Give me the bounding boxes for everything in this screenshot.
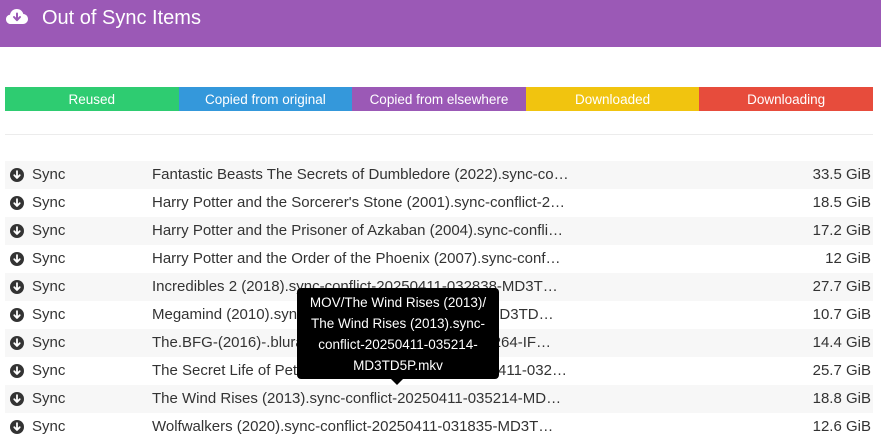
status-legend: Reused Copied from original Copied from …	[5, 87, 873, 111]
legend-reused: Reused	[5, 87, 179, 111]
row-action: Sync	[32, 222, 66, 239]
row-filename[interactable]: Wolfwalkers (2020).sync-conflict-2025041…	[152, 413, 582, 441]
table-row[interactable]: Sync Wolfwalkers (2020).sync-conflict-202…	[5, 413, 873, 441]
row-size: 17.2 GiB	[812, 222, 871, 239]
circle-arrow-down-icon	[10, 336, 24, 350]
panel-title: Out of Sync Items	[42, 7, 201, 29]
table-row[interactable]: Sync Fantastic Beasts The Secrets of Dumb…	[5, 161, 873, 189]
legend-copied-from-original: Copied from original	[178, 87, 353, 111]
panel-header: Out of Sync Items	[0, 0, 881, 47]
row-action: Sync	[32, 334, 66, 351]
circle-arrow-down-icon	[10, 224, 24, 238]
circle-arrow-down-icon	[10, 308, 24, 322]
circle-arrow-down-icon	[10, 392, 24, 406]
table-row[interactable]: Sync Harry Potter and the Prisoner of Azk…	[5, 217, 873, 245]
circle-arrow-down-icon	[10, 364, 24, 378]
circle-arrow-down-icon	[10, 196, 24, 210]
circle-arrow-down-icon	[10, 168, 24, 182]
table-row[interactable]: Sync The Wind Rises (2013).sync-conflict-…	[5, 385, 873, 413]
row-action: Sync	[32, 278, 66, 295]
row-filename[interactable]: Harry Potter and the Prisoner of Azkaban…	[152, 217, 582, 245]
row-size: 18.5 GiB	[812, 194, 871, 211]
row-size: 12.6 GiB	[812, 418, 871, 435]
circle-arrow-down-icon	[10, 420, 24, 434]
divider	[5, 134, 873, 135]
row-size: 33.5 GiB	[812, 166, 871, 183]
legend-downloaded: Downloaded	[525, 87, 700, 111]
tooltip-line: The Wind Rises (2013).sync-	[310, 316, 486, 331]
row-filename[interactable]: Harry Potter and the Order of the Phoeni…	[152, 245, 582, 273]
row-size: 18.8 GiB	[812, 390, 871, 407]
row-filename[interactable]: The Wind Rises (2013).sync-conflict-2025…	[152, 385, 582, 413]
cloud-download-icon	[6, 9, 28, 24]
row-filename[interactable]: Fantastic Beasts The Secrets of Dumbledo…	[152, 161, 582, 189]
row-size: 25.7 GiB	[812, 362, 871, 379]
row-size: 10.7 GiB	[812, 306, 871, 323]
table-row[interactable]: Sync Harry Potter and the Sorcerer's Ston…	[5, 189, 873, 217]
tooltip-line: conflict-20250411-035214-	[318, 337, 478, 352]
tooltip-arrow	[391, 379, 403, 385]
circle-arrow-down-icon	[10, 252, 24, 266]
row-size: 12 GiB	[825, 250, 871, 267]
row-action: Sync	[32, 166, 66, 183]
row-action: Sync	[32, 306, 66, 323]
legend-copied-from-elsewhere: Copied from elsewhere	[352, 87, 526, 111]
row-size: 14.4 GiB	[812, 334, 871, 351]
tooltip-line: MOV/The Wind Rises (2013)/	[309, 295, 487, 310]
row-size: 27.7 GiB	[812, 278, 871, 295]
row-action: Sync	[32, 250, 66, 267]
tooltip-line: MD3TD5P.mkv	[353, 358, 443, 373]
row-action: Sync	[32, 418, 66, 435]
table-row[interactable]: Sync Harry Potter and the Order of the Ph…	[5, 245, 873, 273]
row-filename[interactable]: Harry Potter and the Sorcerer's Stone (2…	[152, 189, 582, 217]
row-action: Sync	[32, 362, 66, 379]
row-action: Sync	[32, 194, 66, 211]
row-action: Sync	[32, 390, 66, 407]
filename-tooltip: MOV/The Wind Rises (2013)/ The Wind Rise…	[297, 288, 499, 385]
legend-downloading: Downloading	[699, 87, 873, 111]
circle-arrow-down-icon	[10, 280, 24, 294]
